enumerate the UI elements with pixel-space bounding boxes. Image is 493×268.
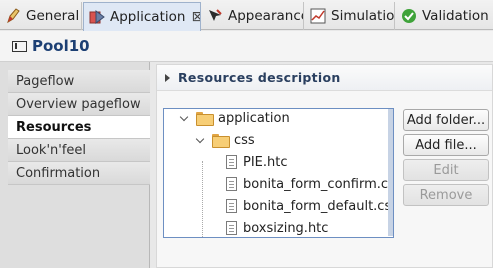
application-icon bbox=[88, 8, 106, 26]
resources-section: Resources description application css PI… bbox=[156, 64, 493, 268]
chevron-down-icon[interactable] bbox=[178, 112, 190, 124]
tab-label: Application bbox=[110, 9, 186, 25]
pencil-icon bbox=[4, 7, 22, 25]
tree-item-folder[interactable]: application bbox=[178, 109, 290, 129]
tree-item-label: css bbox=[234, 132, 255, 148]
tab-validation-status[interactable]: Validation st bbox=[396, 2, 493, 30]
resources-tree[interactable]: application css PIE.htc bonita_form_conf… bbox=[163, 108, 394, 238]
file-icon bbox=[226, 177, 237, 191]
sidebar-item-resources[interactable]: Resources bbox=[8, 116, 150, 139]
sidebar-item-label: Look'n'feel bbox=[16, 142, 87, 158]
file-icon bbox=[226, 199, 237, 213]
page-title: Pool10 bbox=[32, 37, 90, 55]
sidebar-item-label: Resources bbox=[16, 119, 92, 135]
tree-item-file[interactable]: PIE.htc bbox=[226, 151, 288, 173]
sidebar-item-overview-pageflow[interactable]: Overview pageflow bbox=[8, 93, 150, 116]
check-circle-icon bbox=[400, 7, 418, 25]
scrollbar-thumb[interactable] bbox=[388, 109, 393, 236]
tab-appearance[interactable]: Appearance bbox=[202, 2, 304, 30]
sidebar-item-label: Confirmation bbox=[16, 165, 101, 181]
sidebar-item-label: Pageflow bbox=[16, 73, 75, 89]
section-title: Resources description bbox=[178, 70, 341, 85]
edit-button[interactable]: Edit bbox=[403, 159, 489, 181]
tree-item-file[interactable]: boxsizing.htc bbox=[226, 217, 329, 237]
editor-tab-strip: General Application ⊠ Appearance Simulat… bbox=[0, 0, 493, 31]
form-header: Pool10 bbox=[0, 31, 493, 62]
folder-icon bbox=[196, 112, 214, 126]
tree-item-label: boxsizing.htc bbox=[243, 220, 329, 236]
add-file-button[interactable]: Add file... bbox=[403, 134, 489, 156]
tree-item-label: bonita_form_confirm.css bbox=[243, 176, 394, 192]
chevron-down-icon[interactable] bbox=[194, 134, 206, 146]
expand-triangle-icon[interactable] bbox=[165, 73, 170, 82]
file-icon bbox=[226, 221, 237, 235]
tab-simulation[interactable]: Simulation bbox=[305, 2, 395, 30]
tree-item-folder[interactable]: css bbox=[194, 129, 255, 151]
tree-item-label: bonita_form_default.css bbox=[243, 198, 394, 214]
close-icon[interactable]: ⊠ bbox=[191, 9, 200, 25]
tab-general[interactable]: General bbox=[0, 2, 82, 30]
tab-application[interactable]: Application ⊠ bbox=[83, 2, 201, 31]
tab-label: Simulation bbox=[331, 8, 395, 24]
sidebar-item-label: Overview pageflow bbox=[16, 96, 141, 112]
chart-icon bbox=[309, 7, 327, 25]
tab-label: General bbox=[26, 8, 80, 24]
sidebar: Pageflow Overview pageflow Resources Loo… bbox=[0, 62, 150, 268]
tree-item-label: PIE.htc bbox=[243, 154, 288, 170]
remove-button[interactable]: Remove bbox=[403, 184, 489, 206]
sidebar-item-look-n-feel[interactable]: Look'n'feel bbox=[8, 139, 150, 162]
add-folder-button[interactable]: Add folder... bbox=[403, 109, 489, 131]
tree-item-file[interactable]: bonita_form_confirm.css bbox=[226, 173, 394, 195]
file-icon bbox=[226, 155, 237, 169]
form-icon bbox=[12, 40, 27, 52]
tab-label: Appearance bbox=[228, 8, 304, 24]
folder-icon bbox=[212, 134, 230, 148]
tree-item-label: application bbox=[218, 110, 290, 126]
appearance-icon bbox=[206, 7, 224, 25]
sidebar-item-confirmation[interactable]: Confirmation bbox=[8, 162, 150, 185]
tree-guide-line bbox=[202, 161, 203, 237]
section-header[interactable]: Resources description bbox=[157, 65, 492, 91]
tab-label: Validation st bbox=[422, 8, 493, 24]
sidebar-item-pageflow[interactable]: Pageflow bbox=[8, 70, 150, 93]
tree-scrollbar[interactable] bbox=[388, 109, 393, 236]
main-panel: Resources description application css PI… bbox=[150, 62, 493, 268]
tree-item-file[interactable]: bonita_form_default.css bbox=[226, 195, 394, 217]
